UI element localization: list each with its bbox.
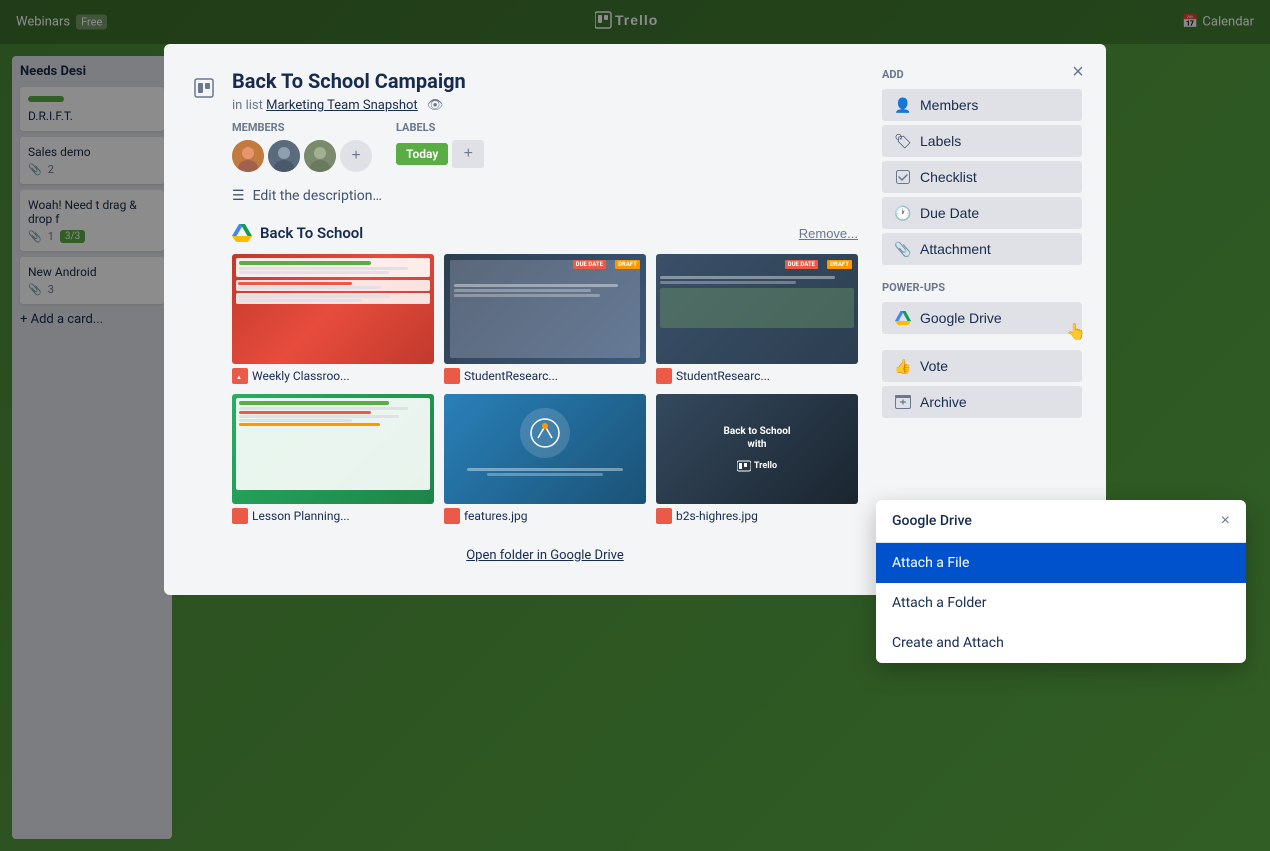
google-drive-dropdown: Google Drive × Attach a File Attach a Fo… [876,500,1246,663]
attachment-name: features.jpg [444,508,646,524]
labels-sidebar-btn[interactable]: 🏷 Labels [882,125,1082,157]
add-section: Add 👤 Members 🏷 Labels Checklist [882,68,1082,265]
attachment-thumbnail [444,394,646,504]
attachment-thumbnail: Back to Schoolwith Trello [656,394,858,504]
avatar[interactable] [232,140,264,172]
attachment-thumbnail [232,254,434,364]
label-badge[interactable]: Today [396,143,448,165]
watch-icon[interactable]: 👁 [427,98,444,113]
card-list-info: in list Marketing Team Snapshot 👁 [232,98,466,113]
attachment-thumbnail: DRAFT DUE DATE [656,254,858,364]
tag-icon: 🏷 [894,132,912,150]
attachment-thumbnail: DRAFT DUE DATE [444,254,646,364]
file-type-icon [444,368,460,384]
avatar[interactable] [304,140,336,172]
vote-btn-label: Vote [920,358,948,374]
due-date-sidebar-btn[interactable]: 🕐 Due Date [882,197,1082,229]
person-icon: 👤 [894,96,912,114]
dropdown-title: Google Drive [892,513,972,529]
powerups-section: Power-Ups Google Drive 👆 [882,281,1082,334]
in-list-prefix: in list [232,98,263,113]
avatar[interactable] [268,140,300,172]
list-item[interactable]: Back to Schoolwith Trello [656,394,858,524]
labels-section: Labels Today + [396,121,484,172]
description-text: Edit the description… [253,188,382,204]
meta-row: Members [232,121,858,172]
google-drive-sidebar-icon [894,309,912,327]
modal-main-content: Back To School Campaign in list Marketin… [188,68,858,571]
attachment-name: ▲ Weekly Classroo... [232,368,434,384]
cursor-indicator: 👆 [1066,322,1086,342]
more-section: 👍 Vote Archive [882,350,1082,418]
labels-row: Today + [396,140,484,168]
remove-attachment-btn[interactable]: Remove... [799,226,858,241]
list-item[interactable]: DRAFT DUE DATE [444,254,646,384]
checklist-icon [894,168,912,186]
members-row: + [232,140,372,172]
file-type-icon [656,368,672,384]
add-member-button[interactable]: + [340,140,372,172]
members-btn-label: Members [920,97,978,113]
add-section-title: Add [882,68,1082,81]
modal-title-area: Back To School Campaign in list Marketin… [232,68,466,113]
attachment-sidebar-btn[interactable]: 📎 Attachment [882,233,1082,265]
attachments-grid: ▲ Weekly Classroo... DRAFT DUE DATE [232,254,858,524]
modal-sidebar: Add 👤 Members 🏷 Labels Checklist [882,68,1082,571]
attachment-section-title: Back To School [260,224,363,242]
attachment-btn-label: Attachment [920,241,991,257]
google-drive-btn-label: Google Drive [920,310,1002,326]
description-area: ☰ Edit the description… [232,188,858,204]
attachment-section: Back To School Remove... [232,224,858,571]
file-type-icon [444,508,460,524]
members-section: Members [232,121,372,172]
list-item[interactable]: DRAFT DUE DATE St [656,254,858,384]
add-label-button[interactable]: + [452,140,484,168]
attachment-name: StudentResearc... [656,368,858,384]
attachment-thumbnail [232,394,434,504]
modal-close-button[interactable]: × [1062,56,1094,88]
attachment-name: Lesson Planning... [232,508,434,524]
thumbsup-icon: 👍 [894,357,912,375]
due-date-btn-label: Due Date [920,205,979,221]
google-drive-icon [232,224,252,242]
archive-icon [894,393,912,411]
powerups-section-title: Power-Ups [882,281,1082,294]
open-folder-link[interactable]: Open folder in Google Drive [232,540,858,571]
file-type-icon [232,508,248,524]
dropdown-header: Google Drive × [876,500,1246,543]
clock-icon: 🕐 [894,204,912,222]
google-drive-sidebar-btn[interactable]: Google Drive 👆 [882,302,1082,334]
thumbnail-text: Back to Schoolwith [723,425,790,451]
checklist-btn-label: Checklist [920,169,977,185]
description-edit-btn[interactable]: ☰ Edit the description… [232,188,858,204]
dropdown-close-button[interactable]: × [1221,512,1230,530]
list-name-link[interactable]: Marketing Team Snapshot [266,98,418,113]
svg-text:▲: ▲ [236,374,242,381]
attachment-name: b2s-highres.jpg [656,508,858,524]
description-icon: ☰ [232,188,245,204]
create-attach-option[interactable]: Create and Attach [876,623,1246,663]
labels-btn-label: Labels [920,133,961,149]
card-type-icon [188,72,220,104]
attachment-header: Back To School Remove... [232,224,858,242]
members-sidebar-btn[interactable]: 👤 Members [882,89,1082,121]
list-item[interactable]: ▲ Weekly Classroo... [232,254,434,384]
attach-file-option[interactable]: Attach a File [876,543,1246,583]
card-title: Back To School Campaign [232,68,466,94]
attachment-name: StudentResearc... [444,368,646,384]
labels-label: Labels [396,121,484,134]
attach-folder-option[interactable]: Attach a Folder [876,583,1246,623]
file-type-icon [656,508,672,524]
vote-sidebar-btn[interactable]: 👍 Vote [882,350,1082,382]
archive-sidebar-btn[interactable]: Archive [882,386,1082,418]
members-label: Members [232,121,372,134]
archive-btn-label: Archive [920,394,967,410]
modal-header: Back To School Campaign in list Marketin… [188,68,858,113]
checklist-sidebar-btn[interactable]: Checklist [882,161,1082,193]
attachment-title: Back To School [232,224,363,242]
list-item[interactable]: Lesson Planning... [232,394,434,524]
file-type-icon: ▲ [232,368,248,384]
list-item[interactable]: features.jpg [444,394,646,524]
paperclip-icon: 📎 [894,240,912,258]
